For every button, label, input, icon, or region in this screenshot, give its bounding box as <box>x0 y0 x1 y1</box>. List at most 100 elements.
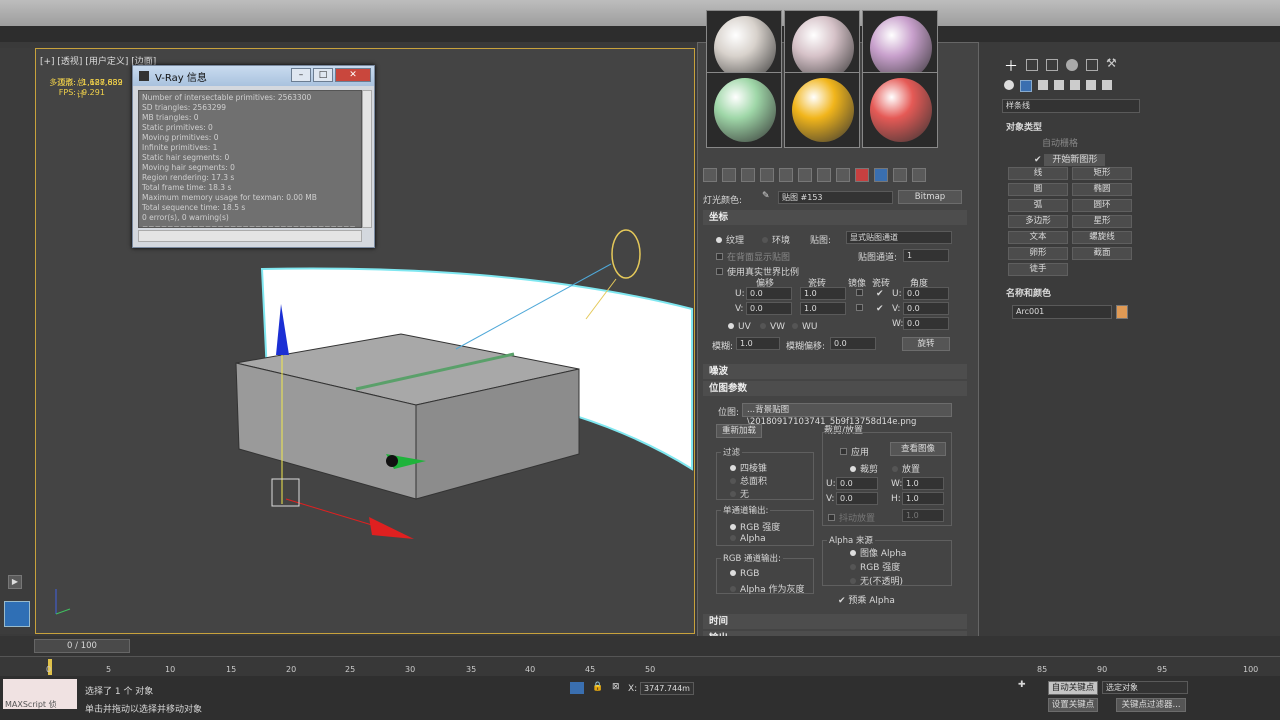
shape-button[interactable]: 椭圆 <box>1072 183 1132 196</box>
shape-button[interactable]: 圆环 <box>1072 199 1132 212</box>
shape-button[interactable]: 截面 <box>1072 247 1132 260</box>
vw-radio[interactable]: VW <box>760 322 785 332</box>
shapes-icon[interactable] <box>1020 80 1032 92</box>
eyedropper-icon[interactable]: ✎ <box>762 191 770 201</box>
crop-v-field[interactable]: 0.0 <box>836 492 878 505</box>
environment-radio[interactable]: 环境 <box>762 233 790 246</box>
minimize-icon[interactable]: – <box>291 68 311 82</box>
rotate-button[interactable]: 旋转 <box>902 337 950 351</box>
vray-vertical-scrollbar[interactable] <box>362 90 372 228</box>
shape-button[interactable]: 星形 <box>1072 215 1132 228</box>
material-id-icon[interactable] <box>836 168 850 182</box>
assign-material-icon[interactable] <box>741 168 755 182</box>
apply-checkbox[interactable]: 应用 <box>840 445 869 458</box>
auto-grid-checkbox[interactable]: 自动栅格 <box>1042 136 1078 149</box>
image-alpha-radio[interactable]: 图像 Alpha <box>850 546 906 559</box>
start-new-shape-checkbox[interactable]: ✔ 开始新图形 <box>1034 152 1106 166</box>
display-tab-icon[interactable] <box>1086 59 1098 71</box>
x-coord-field[interactable]: 3747.744m <box>640 682 694 695</box>
perspective-viewport[interactable]: [+] [透视] [用户定义] [边面] 总计 多边形: 1,688,682 顶点… <box>35 48 695 634</box>
mapping-dropdown[interactable]: 显式贴图通道 <box>846 231 952 244</box>
place-radio[interactable]: 放置 <box>892 462 920 475</box>
reset-map-icon[interactable] <box>760 168 774 182</box>
shape-button[interactable]: 卵形 <box>1008 247 1068 260</box>
name-color-header[interactable]: 名称和颜色 <box>1006 286 1051 299</box>
material-slot-5[interactable] <box>784 72 860 148</box>
material-slot-6[interactable] <box>862 72 938 148</box>
object-type-header[interactable]: 对象类型 <box>1006 120 1042 133</box>
u-tile-checkbox[interactable]: ✔ <box>876 289 884 299</box>
time-slider[interactable]: 0 / 100 <box>0 636 1280 656</box>
crop-w-field[interactable]: 1.0 <box>902 477 944 490</box>
blur-field[interactable]: 1.0 <box>736 337 780 350</box>
bitmap-path-button[interactable]: ...背景贴图\20180917103741_5b9f13758d14e.png <box>742 403 952 427</box>
coordinates-rollout[interactable]: 坐标 <box>703 210 967 225</box>
map-channel-field[interactable]: 1 <box>903 249 949 262</box>
vray-log[interactable]: Number of intersectable primitives: 2563… <box>138 90 362 228</box>
material-slots[interactable] <box>706 10 940 150</box>
vray-horizontal-scrollbar[interactable] <box>138 230 362 242</box>
space-warps-icon[interactable] <box>1086 80 1096 90</box>
shape-button[interactable]: 徒手 <box>1008 263 1068 276</box>
w-angle-field[interactable]: 0.0 <box>903 317 949 330</box>
show-in-viewport-checkbox[interactable]: 在背面显示贴图 <box>716 250 790 263</box>
lights-icon[interactable] <box>1038 80 1048 90</box>
crop-radio[interactable]: 裁剪 <box>850 462 878 475</box>
u-tiling-field[interactable]: 1.0 <box>800 287 846 300</box>
rgb-output-radio[interactable]: RGB <box>730 569 759 579</box>
object-color-swatch[interactable] <box>1116 305 1128 319</box>
get-material-icon[interactable] <box>703 168 717 182</box>
maximize-icon[interactable]: □ <box>313 68 333 82</box>
u-offset-field[interactable]: 0.0 <box>746 287 792 300</box>
view-image-button[interactable]: 查看图像 <box>890 442 946 456</box>
play-icon[interactable]: ▶ <box>8 575 22 589</box>
shape-button[interactable]: 多边形 <box>1008 215 1068 228</box>
summed-area-radio[interactable]: 总面积 <box>730 474 767 487</box>
systems-icon[interactable] <box>1102 80 1112 90</box>
mono-alpha-radio[interactable]: Alpha <box>730 534 766 544</box>
crop-u-field[interactable]: 0.0 <box>836 477 878 490</box>
set-key-button[interactable]: 设置关键点 <box>1048 698 1098 712</box>
v-tiling-field[interactable]: 1.0 <box>800 302 846 315</box>
pyramidal-radio[interactable]: 四棱锥 <box>730 461 767 474</box>
utilities-tab-icon[interactable]: ⚒ <box>1106 56 1117 76</box>
close-icon[interactable]: ✕ <box>335 68 371 82</box>
motion-tab-icon[interactable] <box>1066 59 1078 71</box>
reload-button[interactable]: 重新加载 <box>716 424 762 438</box>
helpers-icon[interactable] <box>1070 80 1080 90</box>
key-mode-dropdown[interactable]: 选定对象 <box>1102 681 1188 694</box>
texture-radio[interactable]: 纹理 <box>716 233 744 246</box>
lock-icon[interactable]: 🔒 <box>592 682 603 692</box>
noise-rollout[interactable]: 噪波 <box>703 364 967 379</box>
shape-button[interactable]: 线 <box>1008 167 1068 180</box>
shape-type-dropdown[interactable]: 样条线 <box>1002 99 1140 113</box>
wu-radio[interactable]: WU <box>792 322 818 332</box>
premultiplied-alpha-checkbox[interactable]: ✔ 预乘 Alpha <box>838 593 895 606</box>
bitmap-params-rollout[interactable]: 位图参数 <box>703 381 967 396</box>
hierarchy-tab-icon[interactable] <box>1046 59 1058 71</box>
object-name-field[interactable]: Arc001 <box>1012 305 1112 319</box>
blur-offset-field[interactable]: 0.0 <box>830 337 876 350</box>
shape-button[interactable]: 螺旋线 <box>1072 231 1132 244</box>
shape-button[interactable]: 文本 <box>1008 231 1068 244</box>
v-mirror-checkbox[interactable] <box>856 304 867 314</box>
modify-tab-icon[interactable] <box>1026 59 1038 71</box>
track-bar[interactable]: 0 5 10 15 20 25 30 35 40 45 50 85 90 95 100 <box>0 656 1280 676</box>
selection-lock-icon[interactable] <box>570 682 584 694</box>
show-shaded-icon[interactable] <box>855 168 869 182</box>
add-key-icon[interactable]: ✚ <box>1018 680 1026 690</box>
shape-button[interactable]: 圆 <box>1008 183 1068 196</box>
jitter-checkbox[interactable]: 抖动放置 <box>828 511 875 524</box>
key-filters-button[interactable]: 关键点过滤器... <box>1116 698 1186 712</box>
map-name-field[interactable]: 贴图 #153 <box>778 191 893 204</box>
mono-rgb-intensity-radio[interactable]: RGB 强度 <box>730 520 780 533</box>
put-to-scene-icon[interactable] <box>722 168 736 182</box>
alpha-as-gray-radio[interactable]: Alpha 作为灰度 <box>730 582 804 595</box>
crop-h-field[interactable]: 1.0 <box>902 492 944 505</box>
uv-radio[interactable]: UV <box>728 322 751 332</box>
auto-key-button[interactable]: 自动关键点 <box>1048 681 1098 695</box>
u-mirror-checkbox[interactable] <box>856 289 867 299</box>
maxscript-listener[interactable]: MAXScript 侦 <box>3 679 77 709</box>
u-angle-field[interactable]: 0.0 <box>903 287 949 300</box>
opaque-radio[interactable]: 无(不透明) <box>850 574 903 587</box>
